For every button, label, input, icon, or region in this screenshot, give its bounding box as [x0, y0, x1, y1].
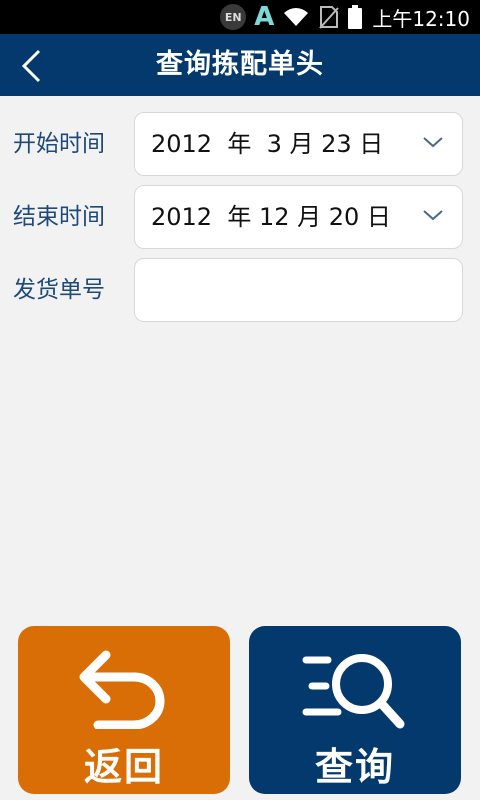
end-time-value: 2012 年 12 月 20 日 [151, 203, 391, 231]
search-list-icon [302, 654, 405, 729]
undo-arrow-icon [79, 650, 165, 729]
chevron-down-icon [423, 210, 443, 221]
query-button[interactable]: 查询 [249, 626, 461, 794]
end-time-row: 结束时间 2012 年 12 月 20 日 [0, 185, 480, 249]
start-time-value: 2012 年 3 月 23 日 [151, 130, 384, 158]
chevron-down-icon [423, 137, 443, 148]
wifi-icon [282, 6, 310, 28]
status-time: 上午12:10 [372, 6, 470, 31]
end-time-picker[interactable]: 2012 年 12 月 20 日 [134, 185, 463, 249]
start-time-label: 开始时间 [13, 131, 105, 157]
no-sim-icon [318, 5, 340, 29]
start-time-row: 开始时间 2012 年 3 月 23 日 [0, 112, 480, 176]
back-button-label: 返回 [83, 745, 164, 789]
back-button[interactable]: 返回 [18, 626, 230, 794]
page-title: 查询拣配单头 [156, 49, 324, 80]
order-number-input[interactable] [134, 258, 463, 322]
a-notification-icon: A [254, 2, 275, 32]
keyboard-en-icon: EN [220, 4, 247, 30]
end-time-label: 结束时间 [13, 204, 105, 230]
battery-icon [348, 5, 363, 29]
title-bar: 查询拣配单头 [0, 34, 480, 96]
order-number-label: 发货单号 [13, 277, 105, 303]
status-bar: EN A 上午12:10 [0, 0, 480, 34]
start-time-picker[interactable]: 2012 年 3 月 23 日 [134, 112, 463, 176]
order-number-row: 发货单号 [0, 258, 480, 322]
query-button-label: 查询 [314, 745, 395, 789]
